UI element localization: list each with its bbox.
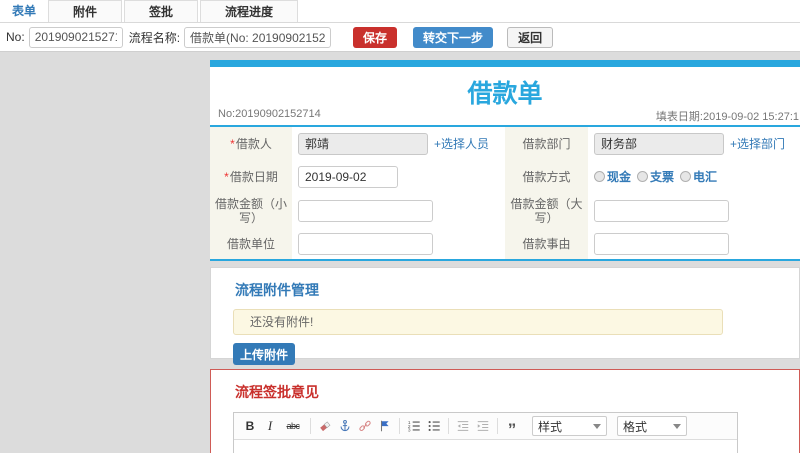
toolbar-divider [448,418,449,434]
caret-down-icon [593,423,601,429]
loan-date-input[interactable] [298,165,398,188]
amount-lower-input[interactable] [298,200,433,222]
tab-attachments[interactable]: 附件 [48,0,123,22]
select-person-link[interactable]: +选择人员 [434,135,489,152]
required-asterisk: * [230,136,235,151]
flag-icon[interactable] [376,417,394,435]
rich-text-editor: B I abc 1 2 3 ” 样式 格式 [233,412,738,453]
italic-icon[interactable]: I [261,417,279,435]
save-button[interactable]: 保存 [353,26,398,48]
no-label: No: [6,30,25,44]
caret-down-icon [673,423,681,429]
no-attachment-alert: 还没有附件! [233,309,723,335]
bullet-list-icon[interactable] [425,417,443,435]
loan-reason-label: 借款事由 [505,229,588,259]
toolbar-divider [497,418,498,434]
approval-section: 流程签批意见 B I abc 1 2 3 ” 样式 格式 [210,369,800,453]
dept-label: 借款部门 [505,127,588,160]
amount-upper-field [588,193,800,229]
loan-unit-field [292,229,505,259]
amount-lower-label: 借款金额（小写） [210,193,292,229]
approval-heading: 流程签批意见 [235,384,319,400]
toolbar: No: 流程名称: 保存 转交下一步 返回 [0,23,800,52]
sheet-meta: No:20190902152714 填表日期:2019-09-02 15:27:… [210,105,800,125]
format-select[interactable]: 格式 [617,416,687,436]
loan-date-label: *借款日期 [210,160,292,193]
amount-upper-label: 借款金额（大写） [505,193,588,229]
radio-cash[interactable]: 现金 [594,168,631,185]
attachment-section: 流程附件管理 还没有附件! 上传附件 [210,267,800,365]
forward-next-step-button[interactable]: 转交下一步 [413,26,494,48]
loan-unit-label: 借款单位 [210,229,292,259]
toolbar-divider [310,418,311,434]
no-input[interactable] [28,26,123,48]
loan-form-panel: 借款单 No:20190902152714 填表日期:2019-09-02 15… [210,60,800,261]
radio-icon[interactable] [637,171,649,182]
remove-format-icon[interactable] [316,417,334,435]
loan-unit-input[interactable] [298,233,433,255]
svg-text:3: 3 [408,428,411,433]
unlink-icon[interactable] [356,417,374,435]
numbered-list-icon[interactable]: 123 [405,417,423,435]
form-row: 借款单位 借款事由 [210,229,800,259]
form-grid: *借款人 +选择人员 借款部门 +选择部门 *借款日期 [210,127,800,259]
loan-date-field [292,160,505,193]
select-dept-link[interactable]: +选择部门 [730,135,785,152]
attachment-heading: 流程附件管理 [235,282,319,298]
dept-field: +选择部门 [588,127,800,160]
required-asterisk: * [224,169,229,184]
form-row: *借款人 +选择人员 借款部门 +选择部门 [210,127,800,160]
form-row: *借款日期 借款方式 现金 [210,160,800,193]
tab-approval[interactable]: 签批 [124,0,199,22]
tab-bar: 表单 附件 签批 流程进度 [0,0,800,23]
amount-upper-input[interactable] [594,200,729,222]
loan-reason-field [588,229,800,259]
strikethrough-icon[interactable]: abc [281,417,305,435]
borrower-field: +选择人员 [292,127,505,160]
blockquote-icon[interactable]: ” [503,417,521,438]
radio-icon[interactable] [594,171,605,182]
screen: 表单 附件 签批 流程进度 No: 流程名称: 保存 转交下一步 返回 借款单 … [0,0,800,453]
toolbar-divider [399,418,400,434]
editor-content[interactable] [234,440,737,453]
radio-icon[interactable] [680,171,692,182]
flow-name-input[interactable] [184,26,332,48]
radio-cheque[interactable]: 支票 [637,168,674,185]
outdent-icon[interactable] [454,417,472,435]
anchor-icon[interactable] [336,417,354,435]
indent-icon[interactable] [474,417,492,435]
tab-progress[interactable]: 流程进度 [200,0,299,22]
loan-method-label: 借款方式 [505,160,588,193]
upload-attachment-button[interactable]: 上传附件 [233,343,295,365]
loan-method-field: 现金 支票 电汇 [588,160,800,193]
radio-wire[interactable]: 电汇 [680,168,717,185]
editor-toolbar: B I abc 1 2 3 ” 样式 格式 [234,413,737,440]
form-row: 借款金额（小写） 借款金额（大写） [210,193,800,229]
borrower-label: *借款人 [210,127,292,160]
sheet-date-text: 填表日期:2019-09-02 15:27:1 [655,111,799,123]
amount-lower-field [292,193,505,229]
loan-reason-input[interactable] [594,233,729,255]
sheet-no-text: No:20190902152714 [218,108,321,120]
sheet-top-bar [210,60,800,67]
sheet-bottom-divider [210,259,800,261]
back-button[interactable]: 返回 [507,26,554,48]
borrower-input[interactable] [298,132,428,155]
tab-form[interactable]: 表单 [2,0,46,22]
sheet-title: 借款单 [467,80,543,108]
style-select[interactable]: 样式 [532,416,607,436]
bold-icon[interactable]: B [241,417,259,435]
dept-input[interactable] [594,132,724,155]
workspace-background: 借款单 No:20190902152714 填表日期:2019-09-02 15… [0,52,800,453]
flow-name-label: 流程名称: [128,30,181,45]
